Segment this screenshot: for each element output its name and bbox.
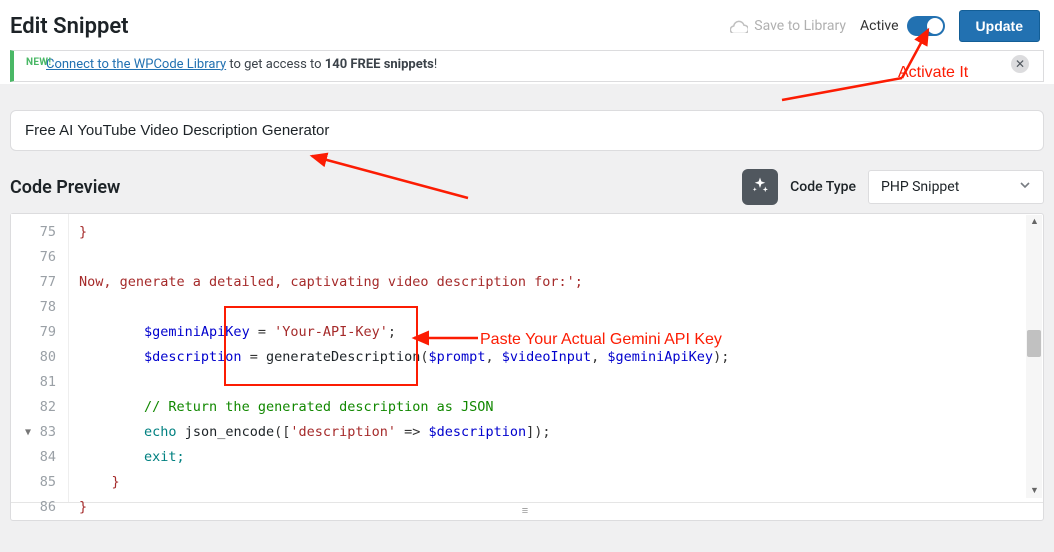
code-type-value: PHP Snippet — [881, 179, 959, 195]
scroll-down-icon[interactable]: ▼ — [1030, 485, 1040, 496]
fold-icon[interactable]: ▼ — [25, 420, 31, 445]
sparkle-icon — [751, 176, 769, 198]
connect-library-link[interactable]: Connect to the WPCode Library — [46, 57, 226, 72]
code-preview-heading: Code Preview — [10, 177, 120, 198]
editor-gutter: 75 76 77 78 79 80 81 82 ▼83 84 85 86 — [11, 214, 69, 502]
new-tag: NEW! — [26, 57, 51, 68]
scrollbar-thumb[interactable] — [1027, 330, 1041, 357]
banner-rest: to get access to — [226, 57, 325, 72]
banner-text: Connect to the WPCode Library to get acc… — [46, 57, 437, 72]
close-icon: ✕ — [1015, 57, 1025, 71]
page-title: Edit Snippet — [10, 14, 129, 39]
banner-tail: ! — [434, 57, 437, 72]
code-area[interactable]: } Now, generate a detailed, captivating … — [69, 214, 1043, 502]
snippet-title-input[interactable] — [10, 110, 1044, 151]
arrow-annotation-apikey — [406, 320, 486, 348]
arrow-annotation-title — [300, 150, 480, 210]
code-type-label: Code Type — [790, 179, 856, 195]
scroll-up-icon[interactable]: ▲ — [1030, 216, 1040, 227]
ai-generate-button[interactable] — [742, 169, 778, 205]
dismiss-banner-button[interactable]: ✕ — [1011, 55, 1029, 73]
banner-bold: 140 FREE snippets — [325, 57, 434, 72]
code-editor[interactable]: 75 76 77 78 79 80 81 82 ▼83 84 85 86 } N… — [10, 213, 1044, 521]
code-type-select[interactable]: PHP Snippet — [868, 170, 1044, 204]
update-button[interactable]: Update — [959, 10, 1040, 42]
chevron-down-icon — [1019, 179, 1031, 195]
cloud-icon — [730, 19, 748, 33]
annotation-redbox — [224, 306, 418, 386]
arrow-annotation-activate — [772, 24, 932, 94]
